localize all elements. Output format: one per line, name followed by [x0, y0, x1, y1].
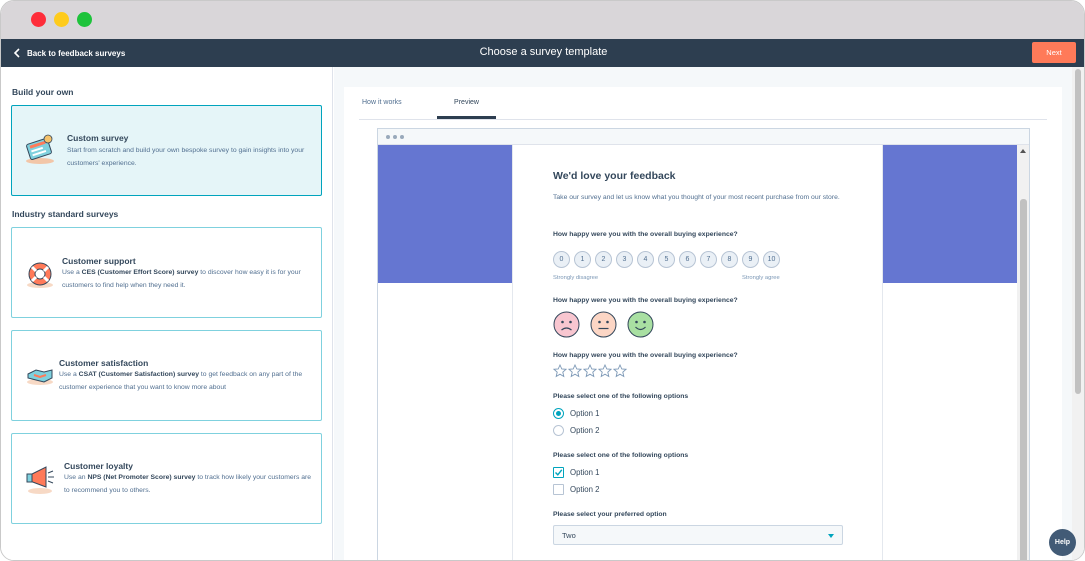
nps-score-button[interactable]: 3 — [616, 251, 633, 268]
tabs-panel: How it works Preview We'd love your feed… — [344, 87, 1062, 560]
question-radio-label: Please select one of the following optio… — [553, 393, 689, 400]
nps-score-button[interactable]: 2 — [595, 251, 612, 268]
help-button[interactable]: Help — [1049, 529, 1076, 556]
question-checkbox-label: Please select one of the following optio… — [553, 452, 689, 459]
app-window: Back to feedback surveys Choose a survey… — [0, 0, 1085, 561]
nps-score-button[interactable]: 7 — [700, 251, 717, 268]
nps-score-button[interactable]: 9 — [742, 251, 759, 268]
customer-support-card[interactable]: Customer support Use a CES (Customer Eff… — [11, 227, 322, 318]
checkbox-option-label: Option 2 — [570, 484, 600, 494]
build-your-own-heading: Build your own — [12, 87, 74, 97]
customer-loyalty-card[interactable]: Customer loyalty Use an NPS (Net Promote… — [11, 433, 322, 524]
preview-area: How it works Preview We'd love your feed… — [334, 67, 1084, 560]
caret-down-icon — [828, 534, 834, 538]
survey-form: We'd love your feedback Take our survey … — [512, 145, 883, 560]
page-title: Choose a survey template — [479, 46, 608, 58]
lifebuoy-icon — [22, 256, 58, 292]
page-scrollbar[interactable] — [1072, 67, 1084, 560]
preview-browser-bar — [378, 129, 1029, 145]
nps-score-button[interactable]: 10 — [763, 251, 780, 268]
page-scroll-thumb[interactable] — [1075, 69, 1081, 394]
survey-title: We'd love your feedback — [553, 170, 676, 182]
radio-option-label: Option 2 — [570, 425, 600, 435]
tab-preview[interactable]: Preview — [437, 99, 496, 106]
customer-satisfaction-title: Customer satisfaction — [59, 358, 149, 368]
scroll-up-arrow-icon[interactable] — [1020, 149, 1026, 153]
customer-support-title: Customer support — [62, 256, 136, 266]
maximize-window-button[interactable] — [77, 12, 92, 27]
nps-score-button[interactable]: 5 — [658, 251, 675, 268]
checkbox-option-label: Option 1 — [570, 467, 600, 477]
checkbox-option-2[interactable]: Option 2 — [553, 483, 599, 495]
tab-how-it-works[interactable]: How it works — [362, 99, 402, 106]
radio-option-1[interactable]: Option 1 — [553, 407, 599, 419]
survey-intro: Take our survey and let us know what you… — [553, 194, 840, 201]
browser-dot-icon — [400, 135, 404, 139]
sad-face-icon[interactable] — [553, 311, 580, 338]
star-icon[interactable] — [597, 363, 613, 378]
scale-high-label: Strongly agree — [742, 275, 780, 281]
neutral-face-icon[interactable] — [590, 311, 617, 338]
question-stars-label: How happy were you with the overall buyi… — [553, 352, 738, 359]
custom-survey-description: Start from scratch and build your own be… — [67, 147, 305, 167]
question-nps-label: How happy were you with the overall buyi… — [553, 231, 738, 238]
browser-dot-icon — [393, 135, 397, 139]
handshake-icon — [22, 358, 58, 394]
star-icon[interactable] — [582, 363, 598, 378]
close-window-button[interactable] — [31, 12, 46, 27]
template-list-panel: Build your own Custom survey Start from … — [1, 67, 333, 560]
happy-face-icon[interactable] — [627, 311, 654, 338]
customer-support-description: Use a CES (Customer Effort Score) survey… — [62, 269, 301, 289]
scale-low-label: Strongly disagree — [553, 275, 599, 281]
nps-score-button[interactable]: 4 — [637, 251, 654, 268]
radio-button[interactable] — [553, 407, 564, 419]
checkbox[interactable] — [553, 466, 564, 478]
nps-score-button[interactable]: 6 — [679, 251, 696, 268]
checkbox[interactable] — [553, 483, 564, 495]
custom-survey-title: Custom survey — [67, 133, 129, 143]
checkmark-icon — [555, 468, 563, 476]
star-icon[interactable] — [567, 363, 583, 378]
custom-survey-icon — [22, 131, 58, 167]
survey-preview-frame: We'd love your feedback Take our survey … — [377, 128, 1030, 560]
select-value: Two — [562, 531, 576, 540]
next-button[interactable]: Next — [1032, 42, 1076, 63]
nps-score-button[interactable]: 8 — [721, 251, 738, 268]
customer-satisfaction-card[interactable]: Customer satisfaction Use a CSAT (Custom… — [11, 330, 322, 421]
megaphone-icon — [22, 461, 58, 497]
radio-option-2[interactable]: Option 2 — [553, 424, 599, 436]
industry-surveys-heading: Industry standard surveys — [12, 209, 119, 219]
tab-bar: How it works Preview — [359, 87, 1047, 120]
question-faces-label: How happy were you with the overall buyi… — [553, 297, 738, 304]
checkbox-option-1[interactable]: Option 1 — [553, 466, 599, 478]
active-tab-indicator — [437, 116, 496, 119]
window-titlebar — [1, 1, 1084, 39]
customer-loyalty-description: Use an NPS (Net Promoter Score) survey t… — [64, 474, 312, 494]
nps-score-button[interactable]: 0 — [553, 251, 570, 268]
top-header: Back to feedback surveys Choose a survey… — [1, 39, 1084, 67]
nps-score-button[interactable]: 1 — [574, 251, 591, 268]
question-select-label: Please select your preferred option — [553, 511, 667, 518]
custom-survey-card[interactable]: Custom survey Start from scratch and bui… — [11, 105, 322, 196]
preferred-option-select[interactable]: Two — [553, 525, 843, 545]
radio-option-label: Option 1 — [570, 408, 600, 418]
star-icon[interactable] — [552, 363, 568, 378]
minimize-window-button[interactable] — [54, 12, 69, 27]
customer-loyalty-title: Customer loyalty — [64, 461, 133, 471]
browser-dot-icon — [386, 135, 390, 139]
radio-button[interactable] — [553, 424, 564, 436]
customer-satisfaction-description: Use a CSAT (Customer Satisfaction) surve… — [59, 371, 303, 391]
star-icon[interactable] — [612, 363, 628, 378]
preview-scroll-thumb[interactable] — [1020, 199, 1027, 560]
preview-scrollbar[interactable] — [1017, 145, 1029, 560]
